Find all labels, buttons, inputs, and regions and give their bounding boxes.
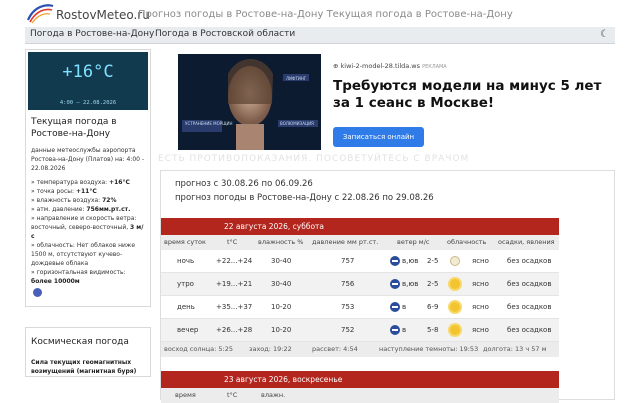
forecast-panel: прогноз с 30.08.26 по 06.09.26 прогноз п… [160, 170, 615, 403]
wind-arrow-icon [390, 279, 400, 289]
cosmic-weather-text: Сила текущих геомагнитных возмущений (ма… [31, 359, 137, 375]
site-header: RostovMeteo.ru Прогноз погоды в Ростове-… [0, 0, 640, 27]
table-row: ночь +22...+24 30-40 757 в,юв 2-5 ясно б… [161, 250, 559, 273]
detail-line: » направление и скорость ветра: восточны… [31, 215, 144, 240]
ad-image[interactable]: ЛИФТИНГ УСТРАНЕНИЕ МОРЩИН ВОЛЮМИЗАЦИЯ [178, 54, 321, 150]
moon-icon[interactable]: ☾ [600, 29, 609, 40]
svg-text:ВОЛЮМИЗАЦИЯ: ВОЛЮМИЗАЦИЯ [280, 121, 314, 126]
wind-arrow-icon [390, 302, 400, 312]
detail-line: » точка росы: +11°C [31, 188, 97, 195]
wind-arrow-icon [390, 256, 400, 266]
wind-arrow-icon [390, 325, 400, 335]
left-sidebar: +16°C 4:00 — 22.08.2026 Текущая погода в… [25, 49, 151, 377]
sun-icon [450, 325, 460, 335]
detail-line: » облачность: Нет облаков ниже 1500 м, о… [31, 242, 136, 267]
swoosh-logo-icon[interactable] [26, 2, 54, 24]
cosmic-weather-widget: Космическая погода Сила текущих геомагни… [25, 327, 151, 377]
site-tagline: Прогноз погоды в Ростове-на-Дону Текущая… [138, 9, 513, 20]
ad-domain[interactable]: ⊕ kiwi-2-model-28.tilda.ws РЕКЛАМА [333, 62, 447, 70]
table-row: вечер +26...+28 10-20 752 в 5-8 ясно без… [161, 319, 559, 342]
current-weather-title: Текущая погода в Ростове-на-Дону [31, 117, 117, 139]
visibility-icon [33, 288, 42, 297]
day-title: 22 августа 2026, суббота [161, 218, 559, 235]
moon-icon [450, 256, 460, 266]
temperature-display: +16°C 4:00 — 22.08.2026 [28, 52, 148, 110]
svg-text:УСТРАНЕНИЕ МОРЩИН: УСТРАНЕНИЕ МОРЩИН [185, 121, 233, 126]
forecast-day: 23 августа 2026, воскресенье время t°C в… [161, 371, 559, 403]
current-weather-details: данные метеослужбы аэропорта Ростова-на-… [26, 140, 150, 306]
nav-item-rostov[interactable]: Погода в Ростове-на-Дону [30, 29, 154, 39]
table-row: утро +19...+21 30-40 756 в,юв 2-5 ясно б… [161, 273, 559, 296]
table-row: день +35...+37 10-20 753 в 6-9 ясно без … [161, 296, 559, 319]
forecast-range-title: прогноз погоды в Ростове-на-Дону с 22.08… [175, 193, 434, 203]
site-name[interactable]: RostovMeteo.ru [56, 8, 150, 22]
detail-line: » влажность воздуха: 72% [31, 197, 117, 204]
nav-item-rostov-oblast[interactable]: Погода в Ростовской области [155, 29, 295, 39]
sun-icon [450, 279, 460, 289]
current-temperature: +16°C [62, 62, 114, 82]
detail-line: » горизонтальная видимость: более 10000м [31, 269, 126, 285]
table-header: время суток t°C влажность % давление мм … [161, 235, 559, 250]
data-source: данные метеослужбы аэропорта Ростова-на-… [31, 147, 145, 172]
detail-line: » температура воздуха: +16°C [31, 179, 130, 186]
day-title: 23 августа 2026, воскресенье [161, 371, 559, 388]
table-header: время t°C влажн. [161, 388, 559, 403]
ad-signup-button[interactable]: Записаться онлайн [333, 127, 424, 147]
globe-icon: ⊕ [333, 62, 339, 70]
sun-times: восход солнца: 5:25 заход: 19:22 рассвет… [161, 342, 559, 357]
forecast-day: 22 августа 2026, суббота время суток t°C… [161, 218, 559, 357]
svg-text:ЛИФТИНГ: ЛИФТИНГ [286, 76, 307, 81]
ad-disclaimer: ЕСТЬ ПРОТИВОПОКАЗАНИЯ. ПОСОВЕТУЙТЕСЬ С В… [158, 154, 470, 164]
cosmic-weather-title: Космическая погода [31, 337, 129, 347]
current-time: 4:00 — 22.08.2026 [59, 100, 117, 106]
main-nav: Погода в Ростове-на-Дону Погода в Ростов… [25, 27, 615, 44]
ad-headline[interactable]: Требуются модели на минус 5 лет за 1 сеа… [333, 78, 603, 112]
forecast-range-link[interactable]: прогноз с 30.08.26 по 06.09.26 [175, 179, 313, 189]
detail-line: » атм. давление: 756мм.рт.ст. [31, 206, 131, 213]
current-weather-widget: +16°C 4:00 — 22.08.2026 Текущая погода в… [25, 49, 151, 307]
sun-icon [450, 302, 460, 312]
